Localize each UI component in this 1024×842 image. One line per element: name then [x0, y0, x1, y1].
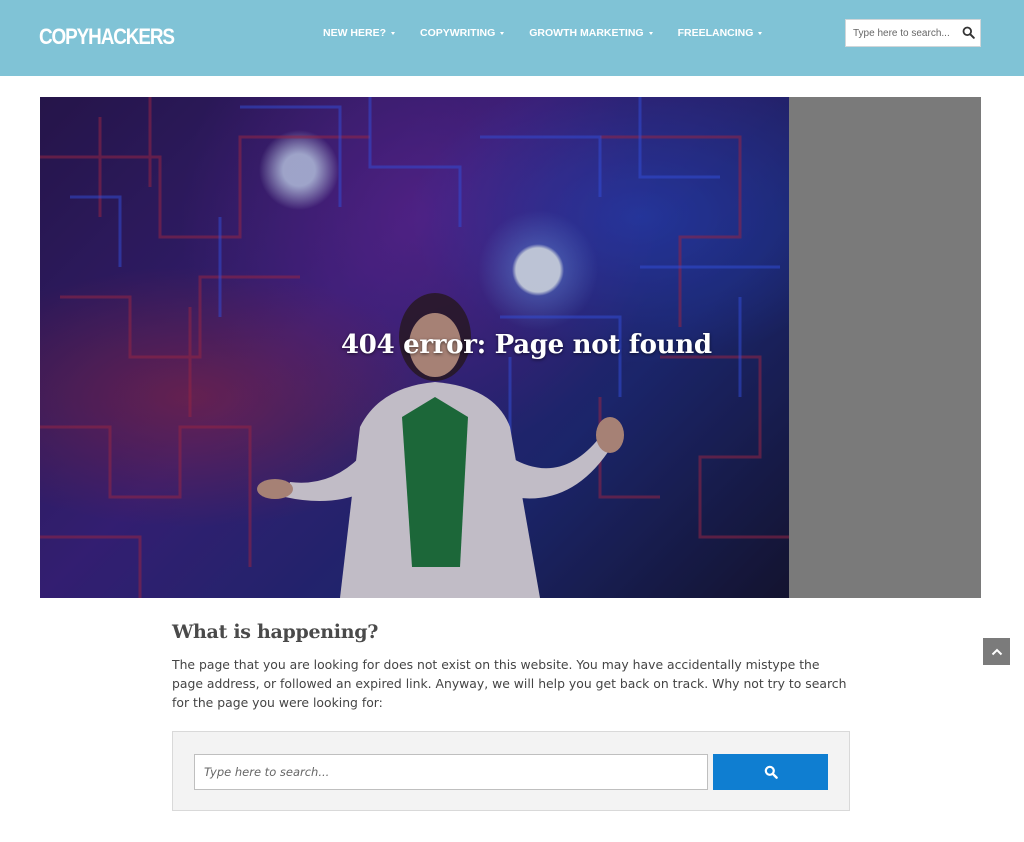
- chevron-up-icon: [991, 648, 1002, 655]
- nav-item-copywriting[interactable]: COPYWRITING: [420, 27, 505, 39]
- nav-item-new-here[interactable]: NEW HERE?: [323, 27, 395, 39]
- search-icon: [764, 765, 778, 779]
- nav-item-growth-marketing[interactable]: GROWTH MARKETING: [529, 27, 653, 39]
- section-heading: What is happening?: [172, 621, 379, 643]
- chevron-down-icon: [391, 31, 395, 35]
- nav-item-freelancing[interactable]: FREELANCING: [678, 27, 763, 39]
- chevron-down-icon: [648, 31, 653, 35]
- page-title: 404 error: Page not found: [341, 330, 712, 360]
- chevron-down-icon: [500, 31, 505, 35]
- header-search: [845, 19, 981, 47]
- nav-item-label: GROWTH MARKETING: [529, 27, 644, 39]
- search-input[interactable]: [194, 754, 708, 790]
- nav-item-label: NEW HERE?: [323, 27, 386, 39]
- nav-item-label: COPYWRITING: [420, 27, 496, 39]
- nav-item-label: FREELANCING: [677, 27, 754, 39]
- site-logo[interactable]: COPYHACKERS: [39, 24, 175, 50]
- chevron-down-icon: [758, 31, 763, 35]
- search-icon[interactable]: [962, 26, 975, 39]
- main-nav: NEW HERE? COPYWRITING GROWTH MARKETING F…: [323, 26, 787, 40]
- site-header: COPYHACKERS NEW HERE? COPYWRITING GROWTH…: [0, 0, 1024, 76]
- header-search-input[interactable]: [846, 20, 958, 46]
- back-to-top-button[interactable]: [983, 638, 1010, 665]
- hero-banner: 404 error: Page not found: [40, 97, 981, 598]
- page: COPYHACKERS NEW HERE? COPYWRITING GROWTH…: [0, 0, 1024, 842]
- search-button[interactable]: [713, 754, 828, 790]
- search-panel: [172, 731, 850, 811]
- error-description: The page that you are looking for does n…: [172, 657, 847, 710]
